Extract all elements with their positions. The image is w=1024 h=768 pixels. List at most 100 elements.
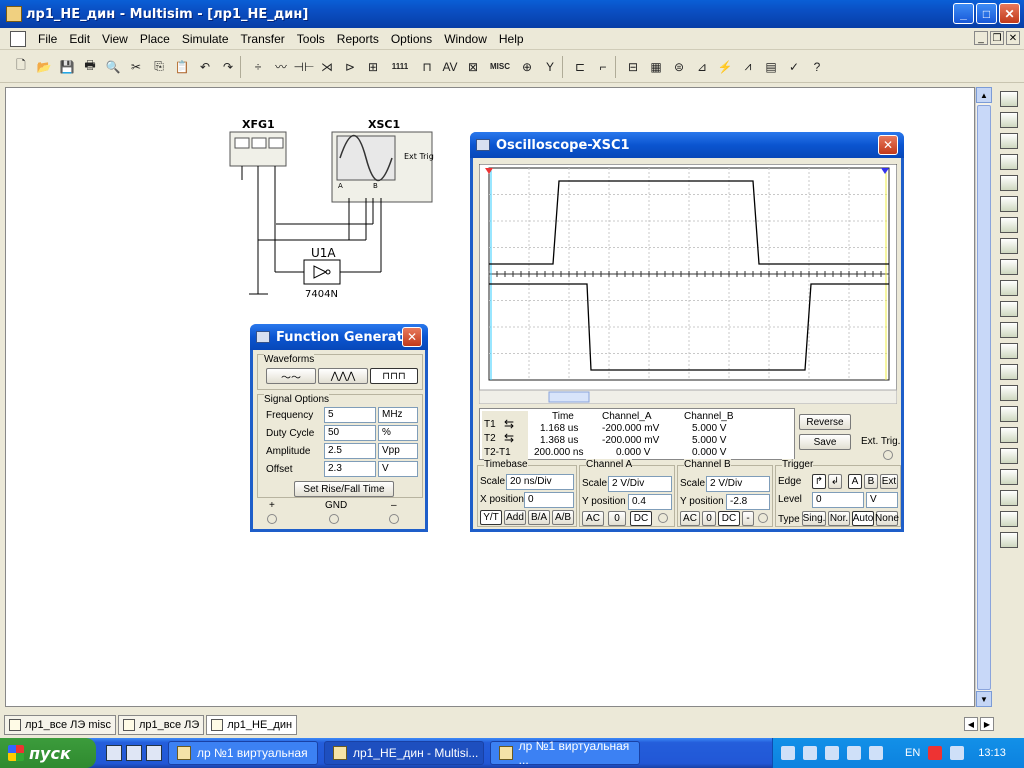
level-field[interactable]: 0	[812, 492, 864, 508]
start-button[interactable]: пуск	[0, 738, 96, 768]
maximize-button[interactable]: □	[976, 3, 997, 24]
channel-a-y-position-field[interactable]: 0.4	[628, 494, 672, 510]
menu-tools[interactable]: Tools	[291, 32, 331, 46]
rising-edge-button[interactable]: ↱	[812, 474, 826, 489]
toolbar-button-16[interactable]: ⊞	[362, 56, 384, 78]
toolbar-button-17[interactable]: 1111	[385, 56, 415, 78]
trigger-source-a-button[interactable]: A	[848, 474, 862, 489]
minimize-button[interactable]: _	[953, 3, 974, 24]
toolbar-button-6[interactable]: ⎘	[148, 56, 170, 78]
sine-wave-button[interactable]: 〜〜	[266, 368, 316, 384]
language-indicator[interactable]: EN	[905, 747, 920, 759]
toolbar-button-13[interactable]: ⊣⊢	[293, 56, 315, 78]
tab-scroll-right-icon[interactable]: ▶	[980, 717, 994, 731]
tray-icon-3[interactable]	[825, 746, 839, 760]
menu-options[interactable]: Options	[385, 32, 438, 46]
yt-button[interactable]: Y/T	[480, 510, 502, 525]
antivirus-icon[interactable]	[928, 746, 943, 760]
quick-launch-icon-2[interactable]	[126, 745, 142, 761]
instrument-palette-icon-10[interactable]	[1000, 280, 1018, 296]
a-over-b-button[interactable]: A/B	[552, 510, 574, 525]
toolbar-button-7[interactable]: 📋	[171, 56, 193, 78]
fg-row-value-field[interactable]: 5	[324, 407, 376, 423]
quick-launch-icon-1[interactable]	[106, 745, 122, 761]
channel-a-scale-field[interactable]: 2 V/Div	[608, 476, 672, 492]
negative-terminal-icon[interactable]	[389, 514, 399, 524]
channel-b-y-position-field[interactable]: -2.8	[726, 494, 770, 510]
menu-help[interactable]: Help	[493, 32, 530, 46]
toolbar-button-8[interactable]: ↶	[194, 56, 216, 78]
multisim-app-icon[interactable]	[6, 6, 22, 22]
function-generator-titlebar[interactable]: Function Generat... ✕	[250, 324, 428, 350]
mdi-restore-button[interactable]: ❐	[990, 31, 1004, 45]
tray-icon-5[interactable]	[869, 746, 883, 760]
triangle-wave-button[interactable]: ⋀⋀⋀	[318, 368, 368, 384]
toolbar-button-12[interactable]: 〰	[270, 56, 292, 78]
menu-view[interactable]: View	[96, 32, 134, 46]
mdi-minimize-button[interactable]: _	[974, 31, 988, 45]
oscilloscope-titlebar[interactable]: Oscilloscope-XSC1 ✕	[470, 132, 904, 158]
toolbar-button-1[interactable]: 📂	[33, 56, 55, 78]
tab-scroll-left-icon[interactable]: ◀	[964, 717, 978, 731]
toolbar-button-32[interactable]: ⚡	[714, 56, 736, 78]
toolbar-button-5[interactable]: ✂	[125, 56, 147, 78]
tray-icon-4[interactable]	[847, 746, 861, 760]
instrument-palette-icon-18[interactable]	[1000, 448, 1018, 464]
toolbar-button-15[interactable]: ⊳	[339, 56, 361, 78]
toolbar-button-25[interactable]: ⊏	[569, 56, 591, 78]
instrument-palette-icon-9[interactable]	[1000, 259, 1018, 275]
positive-terminal-icon[interactable]	[267, 514, 277, 524]
channel-b-zero-button[interactable]: 0	[702, 511, 716, 526]
mdi-close-button[interactable]: ✕	[1006, 31, 1020, 45]
toolbar-button-28[interactable]: ⊟	[622, 56, 644, 78]
toolbar-button-2[interactable]: 💾	[56, 56, 78, 78]
scroll-down-arrow-icon[interactable]: ▼	[976, 691, 992, 707]
fg-row-value-field[interactable]: 50	[324, 425, 376, 441]
menu-file[interactable]: File	[32, 32, 63, 46]
toolbar-button-23[interactable]: Y	[539, 56, 561, 78]
t2-arrows-icon[interactable]: ⇆	[504, 431, 514, 445]
u1a-label[interactable]: U1A	[311, 246, 336, 260]
menu-edit[interactable]: Edit	[63, 32, 96, 46]
save-button[interactable]: Save	[799, 434, 851, 450]
function-generator-close-button[interactable]: ✕	[402, 327, 422, 347]
scroll-thumb[interactable]	[977, 105, 991, 690]
instrument-palette-icon-2[interactable]	[1000, 112, 1018, 128]
toolbar-button-20[interactable]: ⊠	[462, 56, 484, 78]
channel-a-zero-button[interactable]: 0	[608, 511, 626, 526]
document-tab[interactable]: лр1_НЕ_дин	[206, 715, 298, 735]
instrument-palette-icon-6[interactable]	[1000, 196, 1018, 212]
instrument-palette-icon-21[interactable]	[1000, 511, 1018, 527]
trigger-source-b-button[interactable]: B	[864, 474, 878, 489]
taskbar-task-button[interactable]: лр №1 виртуальная ...	[490, 739, 640, 767]
instrument-palette-icon-12[interactable]	[1000, 322, 1018, 338]
menu-reports[interactable]: Reports	[331, 32, 385, 46]
toolbar-button-36[interactable]: ?	[806, 56, 828, 78]
xfg1-label[interactable]: XFG1	[242, 118, 275, 131]
instrument-palette-icon-3[interactable]	[1000, 133, 1018, 149]
channel-b-terminal-icon[interactable]	[758, 513, 768, 523]
document-tab[interactable]: лр1_все ЛЭ misc	[4, 715, 116, 735]
instrument-palette-icon-19[interactable]	[1000, 469, 1018, 485]
x-position-field[interactable]: 0	[524, 492, 574, 508]
toolbar-button-34[interactable]: ▤	[760, 56, 782, 78]
tray-icon-1[interactable]	[781, 746, 795, 760]
instrument-palette-icon-15[interactable]	[1000, 385, 1018, 401]
instrument-palette-icon-13[interactable]	[1000, 343, 1018, 359]
channel-a-ac-button[interactable]: AC	[582, 511, 604, 526]
close-button[interactable]: ✕	[999, 3, 1020, 24]
menu-place[interactable]: Place	[134, 32, 176, 46]
single-trigger-button[interactable]: Sing.	[802, 511, 826, 526]
oscilloscope-screen[interactable]	[479, 164, 897, 404]
instrument-palette-icon-20[interactable]	[1000, 490, 1018, 506]
toolbar-button-35[interactable]: ✓	[783, 56, 805, 78]
channel-b-ac-button[interactable]: AC	[680, 511, 700, 526]
fg-row-unit-field[interactable]: MHz	[378, 407, 418, 423]
channel-a-terminal-icon[interactable]	[658, 513, 668, 523]
instrument-palette-icon-1[interactable]	[1000, 91, 1018, 107]
toolbar-button-19[interactable]: AV	[439, 56, 461, 78]
toolbar-button-9[interactable]: ↷	[217, 56, 239, 78]
menu-simulate[interactable]: Simulate	[176, 32, 235, 46]
channel-b-scale-field[interactable]: 2 V/Div	[706, 476, 770, 492]
b-over-a-button[interactable]: B/A	[528, 510, 550, 525]
